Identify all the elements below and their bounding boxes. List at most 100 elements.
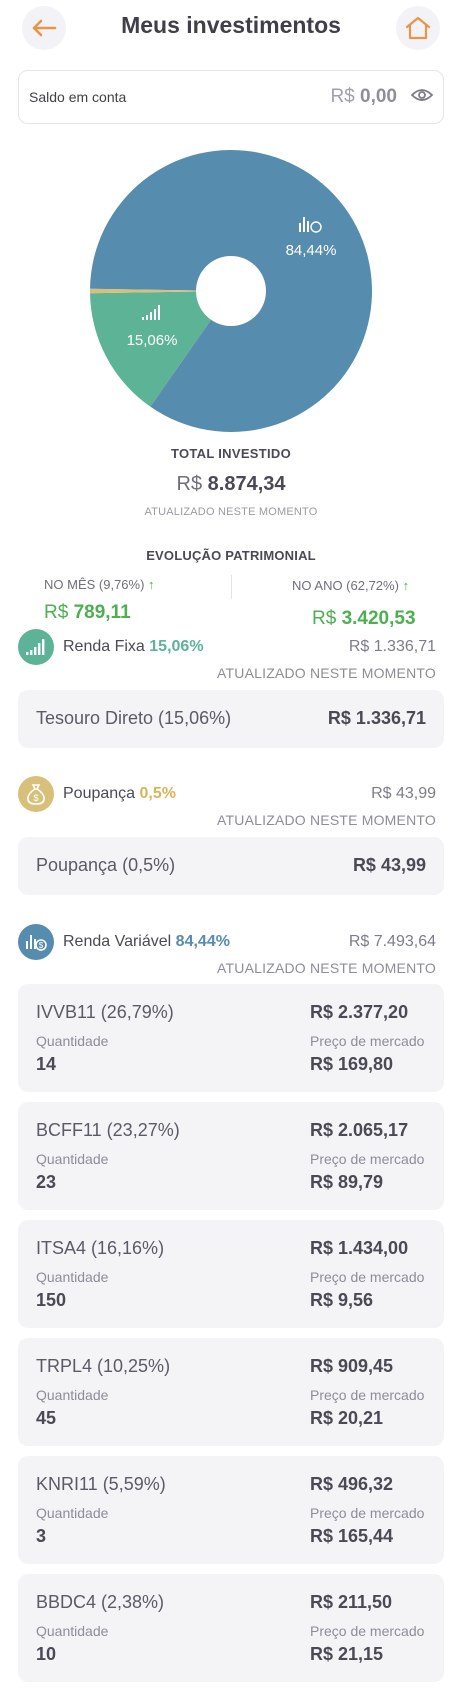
savings-pct: 0,5% xyxy=(139,785,176,802)
stock-coin-icon: $ xyxy=(18,924,54,960)
asset-total: R$ 2.377,20 xyxy=(310,1002,409,1022)
quantity-label: Quantidade xyxy=(36,1387,109,1403)
item-value: R$ 43,99 xyxy=(352,855,426,875)
asset-total: R$ 496,32 xyxy=(310,1474,394,1494)
asset-card[interactable]: BCFF11 (23,27%) Quantidade 23 R$ 2.065,1… xyxy=(18,1102,444,1210)
year-label-text: NO ANO (62,72%) xyxy=(292,578,399,593)
page-title: Meus investimentos xyxy=(121,12,341,38)
quantity-value: 14 xyxy=(36,1054,57,1074)
month-currency: R$ xyxy=(44,602,69,623)
item-name: Poupança (0,5%) xyxy=(36,855,176,875)
toggle-visibility-button[interactable] xyxy=(410,87,434,108)
total-currency: R$ xyxy=(176,473,203,495)
pie-slice-label: 15,06% xyxy=(127,332,178,349)
money-bag-icon: $ xyxy=(18,776,54,812)
year-evolution-value: R$ 3.420,53 xyxy=(312,608,416,630)
variable-income-header: $ Renda Variável 84,44% R$ 7.493,64 ATUA… xyxy=(18,924,444,984)
market-price-value: R$ 165,44 xyxy=(310,1526,394,1546)
market-price-value: R$ 21,15 xyxy=(310,1644,384,1664)
total-invested-value: R$ 8.874,34 xyxy=(0,473,462,496)
asset-name: IVVB11 (26,79%) xyxy=(36,1002,174,1022)
account-balance-field: Saldo em conta R$ 0,00 xyxy=(18,70,444,124)
total-amount: 8.874,34 xyxy=(207,473,286,495)
total-invested-title: TOTAL INVESTIDO xyxy=(170,446,292,461)
asset-card[interactable]: ITSA4 (16,16%) Quantidade 150 R$ 1.434,0… xyxy=(18,1220,444,1328)
quantity-label: Quantidade xyxy=(36,1269,109,1285)
asset-total: R$ 2.065,17 xyxy=(310,1120,409,1140)
month-label-text: NO MÊS (9,76%) xyxy=(44,577,145,592)
quantity-label: Quantidade xyxy=(36,1623,109,1639)
eye-icon xyxy=(410,89,434,101)
asset-card[interactable]: TRPL4 (10,25%) Quantidade 45 R$ 909,45 P… xyxy=(18,1338,444,1446)
savings-header: $ Poupança 0,5% R$ 43,99 ATUALIZADO NEST… xyxy=(18,776,444,836)
app-header: Meus investimentos xyxy=(0,0,462,56)
market-price-value: R$ 89,79 xyxy=(310,1172,384,1192)
up-arrow-icon: ↑ xyxy=(402,578,410,593)
balance-label: Saldo em conta xyxy=(29,89,127,105)
asset-total: R$ 1.434,00 xyxy=(310,1238,409,1258)
up-arrow-icon: ↑ xyxy=(148,577,155,592)
month-evolution-value: R$ 789,11 xyxy=(44,602,131,624)
variable-pct: 84,44% xyxy=(175,933,230,950)
svg-text:$: $ xyxy=(33,793,38,803)
evolution-title: EVOLUÇÃO PATRIMONIAL xyxy=(146,548,316,563)
market-price-value: R$ 169,80 xyxy=(310,1054,394,1074)
asset-total: R$ 211,50 xyxy=(310,1592,393,1612)
pie-center-hole xyxy=(196,256,266,326)
market-price-value: R$ 20,21 xyxy=(310,1408,384,1428)
item-value: R$ 1.336,71 xyxy=(327,708,426,728)
quantity-label: Quantidade xyxy=(36,1033,109,1049)
evolution-divider xyxy=(231,575,232,599)
year-value: 3.420,53 xyxy=(341,608,416,629)
total-updated-note: ATUALIZADO NESTE MOMENTO xyxy=(144,506,318,518)
section-name: Renda Variável 84,44% xyxy=(63,933,230,951)
section-name: Poupança 0,5% xyxy=(63,785,176,803)
home-icon xyxy=(405,16,431,40)
fixed-name: Renda Fixa xyxy=(63,638,145,655)
item-name: Tesouro Direto (15,06%) xyxy=(36,708,232,728)
balance-value: R$ 0,00 xyxy=(330,86,397,108)
quantity-value: 23 xyxy=(36,1172,57,1192)
month-evolution-label: NO MÊS (9,76%) ↑ xyxy=(44,577,155,592)
section-total: R$ 43,99 xyxy=(371,785,436,802)
year-currency: R$ xyxy=(312,608,337,629)
quantity-label: Quantidade xyxy=(36,1505,109,1521)
month-value: 789,11 xyxy=(73,602,131,623)
quantity-value: 45 xyxy=(36,1408,57,1428)
svg-text:$: $ xyxy=(39,941,44,950)
asset-name: KNRI11 (5,59%) xyxy=(36,1474,166,1494)
fixed-income-item[interactable]: Tesouro Direto (15,06%) R$ 1.336,71 xyxy=(18,690,444,748)
market-price-label: Preço de mercado xyxy=(310,1623,425,1639)
year-evolution-label: NO ANO (62,72%) ↑ xyxy=(292,578,409,593)
section-total: R$ 1.336,71 xyxy=(348,638,436,655)
market-price-label: Preço de mercado xyxy=(310,1505,425,1521)
section-updated-note: ATUALIZADO NESTE MOMENTO xyxy=(217,665,436,681)
asset-name: TRPL4 (10,25%) xyxy=(36,1356,171,1376)
section-updated-note: ATUALIZADO NESTE MOMENTO xyxy=(217,812,436,828)
market-price-label: Preço de mercado xyxy=(310,1033,425,1049)
asset-name: BBDC4 (2,38%) xyxy=(36,1592,165,1612)
balance-currency: R$ xyxy=(330,86,355,107)
home-button[interactable] xyxy=(396,6,440,50)
asset-name: BCFF11 (23,27%) xyxy=(36,1120,180,1140)
savings-item[interactable]: Poupança (0,5%) R$ 43,99 xyxy=(18,837,444,895)
variable-name: Renda Variável xyxy=(63,933,172,950)
fixed-income-header: Renda Fixa 15,06% R$ 1.336,71 ATUALIZADO… xyxy=(18,629,444,689)
allocation-pie-chart: 84,44% 15,06% xyxy=(90,150,372,432)
section-total: R$ 7.493,64 xyxy=(348,933,436,950)
asset-name: ITSA4 (16,16%) xyxy=(36,1238,165,1258)
balance-amount: 0,00 xyxy=(360,86,397,107)
quantity-label: Quantidade xyxy=(36,1151,109,1167)
market-price-label: Preço de mercado xyxy=(310,1151,425,1167)
quantity-value: 10 xyxy=(36,1644,57,1664)
section-updated-note: ATUALIZADO NESTE MOMENTO xyxy=(217,960,436,976)
savings-name: Poupança xyxy=(63,785,136,802)
asset-total: R$ 909,45 xyxy=(310,1356,394,1376)
asset-card[interactable]: IVVB11 (26,79%) Quantidade 14 R$ 2.377,2… xyxy=(18,984,444,1092)
market-price-value: R$ 9,56 xyxy=(310,1290,374,1310)
quantity-value: 150 xyxy=(36,1290,67,1310)
asset-card[interactable]: BBDC4 (2,38%) Quantidade 10 R$ 211,50 Pr… xyxy=(18,1574,444,1682)
market-price-label: Preço de mercado xyxy=(310,1269,425,1285)
asset-card[interactable]: KNRI11 (5,59%) Quantidade 3 R$ 496,32 Pr… xyxy=(18,1456,444,1564)
section-name: Renda Fixa 15,06% xyxy=(63,638,204,656)
